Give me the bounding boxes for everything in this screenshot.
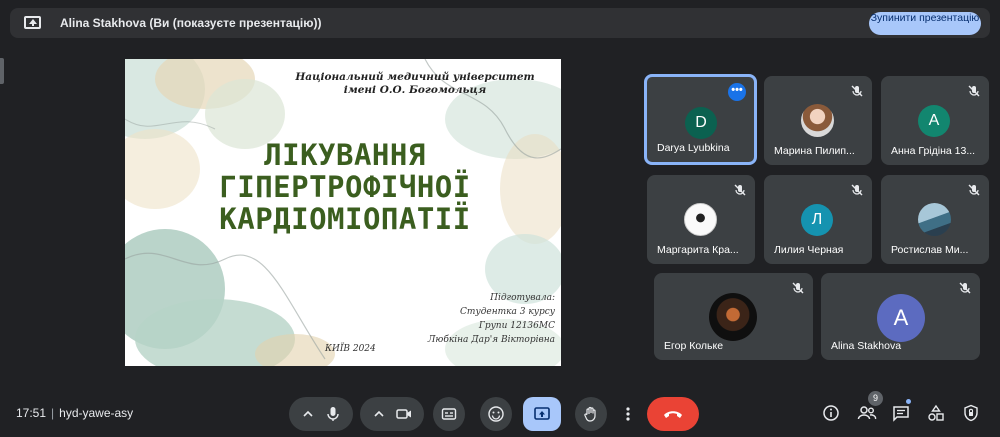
- participant-name: Марина Пилип...: [774, 145, 855, 157]
- avatar: D: [685, 107, 717, 139]
- present-icon: [24, 16, 41, 29]
- chevron-up-icon[interactable]: [371, 406, 387, 422]
- slide-author: Підготувала: Студентка 3 курсу Групи 121…: [427, 293, 555, 345]
- presenting-banner: Alina Stakhova (Ви (показуєте презентаці…: [10, 8, 990, 38]
- meeting-details-button[interactable]: [820, 402, 842, 424]
- participant-tile[interactable]: А Анна Грідіна 13...: [881, 76, 989, 165]
- participant-name: Alina Stakhova: [831, 340, 902, 352]
- presentation-slide: Національний медичний університет імені …: [125, 59, 561, 366]
- avatar: [918, 203, 951, 236]
- chat-icon[interactable]: [892, 404, 910, 422]
- slide-city-year: КИЇВ 2024: [325, 344, 376, 354]
- slide-title: ЛІКУВАННЯ ГІПЕРТРОФІЧНОЇ КАРДІОМІОПАТІЇ: [219, 138, 471, 236]
- mic-icon[interactable]: [324, 405, 342, 423]
- camera-icon[interactable]: [395, 405, 413, 423]
- slide-university: Національний медичний університет імені …: [295, 71, 535, 96]
- activities-button[interactable]: [925, 402, 947, 424]
- hand-icon[interactable]: [582, 405, 600, 423]
- camera-control-group[interactable]: [360, 397, 424, 431]
- captions-button[interactable]: [433, 397, 465, 431]
- mic-off-icon: [851, 85, 863, 97]
- mic-control-group[interactable]: [289, 397, 353, 431]
- mic-off-icon: [851, 184, 863, 196]
- mic-off-icon: [968, 85, 980, 97]
- end-call-icon[interactable]: [662, 407, 684, 421]
- chevron-up-icon[interactable]: [300, 406, 316, 422]
- stop-presenting-button[interactable]: Зупинити презентацію: [869, 12, 981, 35]
- participant-name: Егор Кольке: [664, 340, 724, 352]
- mic-off-icon: [734, 184, 746, 196]
- avatar: А: [918, 105, 950, 137]
- activities-icon[interactable]: [927, 404, 945, 422]
- participant-tile[interactable]: Егор Кольке: [654, 273, 813, 360]
- participant-tile[interactable]: Л Лилия Черная: [764, 175, 872, 264]
- avatar: [709, 293, 757, 341]
- chat-button[interactable]: [890, 402, 912, 424]
- more-icon[interactable]: [625, 405, 631, 423]
- participant-name: Ростислав Ми...: [891, 244, 969, 256]
- people-icon[interactable]: [857, 404, 877, 422]
- participant-tile[interactable]: Марина Пилип...: [764, 76, 872, 165]
- avatar: [684, 203, 717, 236]
- more-options-button[interactable]: [618, 397, 638, 431]
- present-now-icon[interactable]: [533, 405, 551, 423]
- meeting-info: 17:51 | hyd-yawe-asy: [16, 406, 134, 420]
- participant-name: Маргарита Кра...: [657, 244, 739, 256]
- raise-hand-button[interactable]: [575, 397, 607, 431]
- meeting-code: hyd-yawe-asy: [59, 406, 134, 420]
- participant-tile[interactable]: A Alina Stakhova: [821, 273, 980, 360]
- participant-name: Анна Грідіна 13...: [891, 145, 976, 157]
- participant-tile[interactable]: ••• D Darya Lyubkina: [644, 74, 757, 165]
- avatar: [801, 104, 834, 137]
- participant-tile[interactable]: Ростислав Ми...: [881, 175, 989, 264]
- banner-title: Alina Stakhova (Ви (показуєте презентаці…: [60, 16, 322, 30]
- mic-off-icon: [792, 282, 804, 294]
- info-icon[interactable]: [822, 404, 840, 422]
- captions-icon[interactable]: [440, 405, 458, 423]
- participant-tile[interactable]: Маргарита Кра...: [647, 175, 755, 264]
- avatar: A: [877, 294, 925, 342]
- present-now-button[interactable]: [523, 397, 561, 431]
- side-panel-handle[interactable]: [0, 58, 4, 84]
- meeting-time: 17:51: [16, 406, 47, 420]
- host-controls-button[interactable]: [960, 402, 982, 424]
- participant-name: Darya Lyubkina: [657, 142, 730, 154]
- mic-off-icon: [968, 184, 980, 196]
- host-controls-icon[interactable]: [962, 404, 980, 422]
- emoji-icon[interactable]: [487, 405, 505, 423]
- more-options-icon[interactable]: •••: [728, 83, 746, 101]
- people-count-badge: 9: [868, 391, 883, 406]
- end-call-button[interactable]: [647, 397, 699, 431]
- avatar: Л: [801, 204, 833, 236]
- chat-unread-dot: [906, 399, 911, 404]
- participant-name: Лилия Черная: [774, 244, 844, 256]
- reactions-button[interactable]: [480, 397, 512, 431]
- mic-off-icon: [959, 282, 971, 294]
